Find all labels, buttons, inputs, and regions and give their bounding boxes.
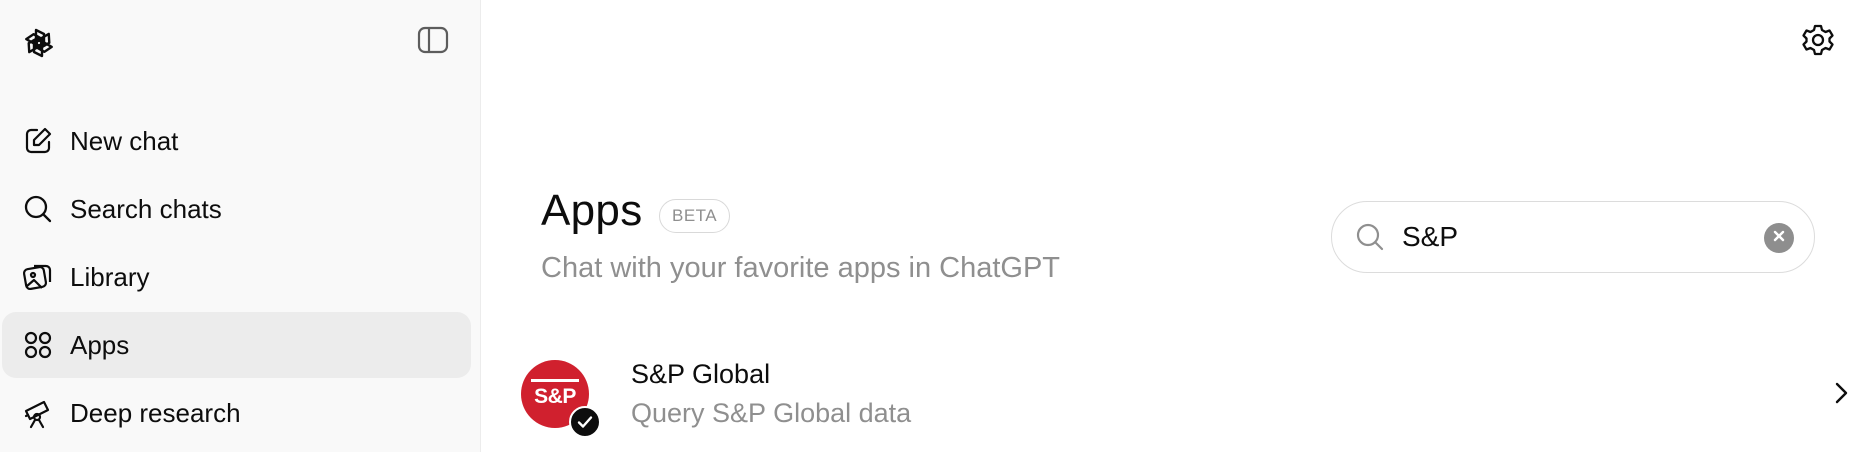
sidebar-item-label: Library <box>70 261 150 292</box>
logo-bar <box>531 379 579 382</box>
app-info: S&P Global Query S&P Global data <box>631 359 911 429</box>
apps-search-input[interactable] <box>1402 221 1762 253</box>
app-list-item[interactable]: S&P S&P Global Query S&P Global data <box>521 350 1856 438</box>
sidebar-item-deep-research[interactable]: Deep research <box>2 380 471 446</box>
telescope-icon <box>22 397 54 429</box>
app-description: Query S&P Global data <box>631 398 912 428</box>
sidebar-item-library[interactable]: Library <box>2 244 471 310</box>
search-icon <box>1354 221 1386 253</box>
clear-icon <box>1772 229 1786 248</box>
sidebar-item-apps[interactable]: Apps <box>2 312 471 378</box>
sidebar-item-label: New chat <box>70 125 179 156</box>
page-title: Apps <box>541 186 643 235</box>
sidebar-item-label: Deep research <box>70 397 241 428</box>
app-name: S&P Global <box>631 359 771 389</box>
connected-check-icon <box>569 406 601 438</box>
sidebar-item-label: Search chats <box>70 193 222 224</box>
sidebar-item-search-chats[interactable]: Search chats <box>2 176 471 242</box>
beta-badge: BETA <box>659 199 731 233</box>
sidebar-toggle-button[interactable] <box>415 24 451 60</box>
sidebar-item-label: Apps <box>70 329 130 360</box>
settings-button[interactable] <box>1798 22 1838 62</box>
compose-icon <box>22 125 54 157</box>
openai-logo-icon[interactable] <box>18 22 60 64</box>
main-content: Apps BETA Chat with your favorite apps i… <box>481 0 1858 452</box>
sidebar-nav: New chat Search chats Library Apps Deep … <box>0 106 481 448</box>
sidebar: New chat Search chats Library Apps Deep … <box>0 0 481 452</box>
app-window: New chat Search chats Library Apps Deep … <box>0 0 1858 452</box>
search-icon <box>22 193 54 225</box>
sidebar-toggle-icon <box>417 25 449 60</box>
logo-text: S&P <box>534 385 576 408</box>
sidebar-item-new-chat[interactable]: New chat <box>2 108 471 174</box>
page-subtitle: Chat with your favorite apps in ChatGPT <box>541 252 1061 284</box>
library-icon <box>22 261 54 293</box>
apps-grid-icon <box>22 329 54 361</box>
sp-global-logo: S&P <box>521 360 601 438</box>
clear-search-button[interactable] <box>1764 223 1794 253</box>
chevron-right-icon <box>1826 378 1856 408</box>
gear-icon <box>1801 23 1835 62</box>
apps-search-box <box>1331 201 1815 273</box>
